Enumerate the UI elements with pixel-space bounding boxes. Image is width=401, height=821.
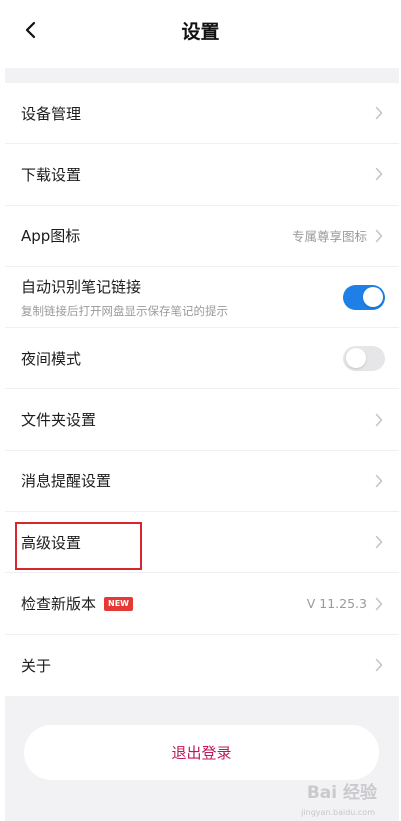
- toggle-knob: [345, 348, 366, 369]
- row-check-update[interactable]: 检查新版本 NEW V 11.25.3: [5, 573, 399, 635]
- row-download-settings[interactable]: 下载设置: [5, 144, 399, 206]
- chevron-right-icon: [375, 413, 385, 427]
- page-title: 设置: [181, 21, 220, 43]
- watermark-site: jingyan.baidu.com: [301, 808, 375, 817]
- chevron-right-icon: [375, 597, 385, 611]
- row-device-management[interactable]: 设备管理: [5, 83, 399, 145]
- logout-label: 退出登录: [171, 744, 232, 762]
- night-mode-toggle[interactable]: [343, 345, 385, 371]
- toggle-knob: [362, 287, 383, 308]
- row-label: 消息提醒设置: [21, 472, 112, 491]
- highlight-annotation-box: [15, 522, 142, 570]
- row-label: 自动识别笔记链接: [21, 277, 142, 296]
- row-label: 下载设置: [21, 165, 82, 184]
- row-notification-settings[interactable]: 消息提醒设置: [5, 451, 399, 513]
- chevron-right-icon: [375, 474, 385, 488]
- settings-list: 设备管理 下载设置 App图标 专属尊享图标 自动识别笔记链接 复制链接后打开网…: [5, 83, 399, 696]
- chevron-right-icon: [375, 535, 385, 549]
- new-badge: NEW: [104, 596, 133, 611]
- row-description: 复制链接后打开网盘显示保存笔记的提示: [21, 303, 228, 318]
- row-app-icon[interactable]: App图标 专属尊享图标: [5, 206, 399, 267]
- chevron-right-icon: [375, 106, 385, 120]
- app-icon-value: 专属尊享图标: [291, 229, 367, 245]
- header-bar: 设置: [0, 0, 401, 66]
- row-label: 检查新版本: [21, 595, 97, 614]
- version-value: V 11.25.3: [306, 596, 367, 612]
- row-label: App图标: [21, 227, 81, 246]
- row-label: 设备管理: [21, 104, 82, 123]
- chevron-right-icon: [375, 658, 385, 672]
- watermark-brand: Bai 经验: [306, 783, 377, 803]
- row-auto-detect-notes: 自动识别笔记链接 复制链接后打开网盘显示保存笔记的提示: [5, 267, 399, 329]
- row-about[interactable]: 关于: [5, 635, 399, 696]
- row-label: 夜间模式: [21, 349, 82, 368]
- row-label: 文件夹设置: [21, 411, 97, 430]
- row-label: 关于: [21, 656, 52, 675]
- chevron-right-icon: [375, 167, 385, 181]
- auto-detect-toggle[interactable]: [343, 284, 385, 310]
- row-folder-settings[interactable]: 文件夹设置: [5, 389, 399, 451]
- chevron-right-icon: [375, 229, 385, 243]
- logout-button[interactable]: 退出登录: [24, 725, 379, 780]
- row-night-mode: 夜间模式: [5, 328, 399, 390]
